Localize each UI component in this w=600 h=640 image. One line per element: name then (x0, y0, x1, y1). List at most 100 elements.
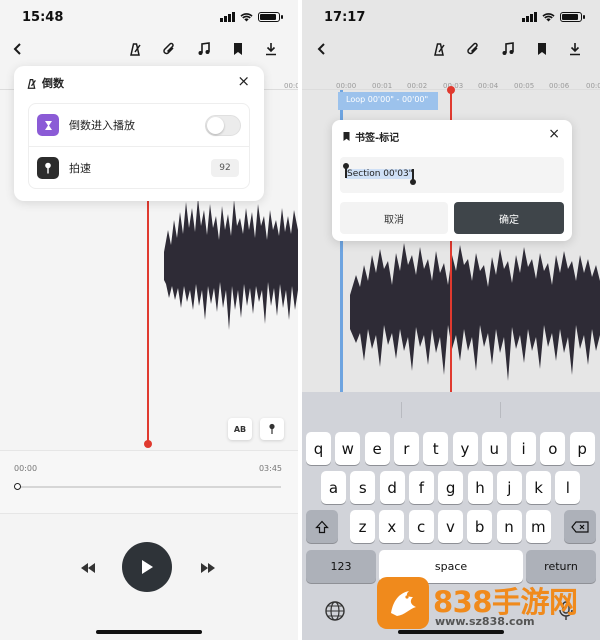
music-note-icon[interactable] (195, 40, 213, 58)
shift-key[interactable] (306, 510, 338, 543)
key-i[interactable]: i (511, 432, 537, 465)
music-note-icon[interactable] (499, 40, 517, 58)
countdown-settings-card: 倒数进入播放 拍速 92 (28, 103, 250, 189)
ruler-tick: 00:0 (284, 82, 298, 90)
ruler-tick: 00:04 (478, 82, 499, 90)
suggestion-bar (302, 392, 600, 428)
countdown-toggle[interactable] (205, 115, 241, 136)
back-icon[interactable] (9, 40, 27, 58)
key-w[interactable]: w (335, 432, 361, 465)
key-s[interactable]: s (350, 471, 376, 504)
playhead-handle[interactable] (144, 440, 152, 448)
back-icon[interactable] (313, 40, 331, 58)
paperclip-icon[interactable] (464, 40, 482, 58)
close-icon[interactable]: × (548, 126, 560, 142)
tempo-value[interactable]: 92 (211, 159, 239, 177)
hourglass-icon (37, 114, 59, 136)
confirm-button[interactable]: 确定 (454, 202, 564, 234)
play-button[interactable] (122, 542, 172, 592)
key-h[interactable]: h (467, 471, 493, 504)
status-bar: 15:48 (0, 0, 298, 34)
loop-region-label[interactable]: Loop 00'00" - 00'00" (338, 92, 438, 110)
ruler-tick: 00:01 (372, 82, 393, 90)
top-toolbar (302, 34, 600, 64)
bookmark-icon (343, 132, 350, 141)
progress-track[interactable] (17, 486, 281, 488)
left-screen: 15:48 00:0 倒数 × 倒数进入播放 拍速 92 AB 00:00 03… (0, 0, 298, 640)
download-icon[interactable] (566, 40, 584, 58)
paperclip-icon[interactable] (160, 40, 178, 58)
key-b[interactable]: b (467, 510, 493, 543)
bookmark-name-value: Section 00'03" (346, 169, 414, 179)
countdown-row: 倒数进入播放 (29, 104, 249, 146)
play-icon (142, 560, 153, 574)
key-v[interactable]: v (437, 510, 463, 543)
bookmark-icon[interactable] (533, 40, 551, 58)
numbers-key[interactable]: 123 (306, 550, 376, 583)
status-bar: 17:17 (302, 0, 600, 34)
key-g[interactable]: g (438, 471, 464, 504)
countdown-panel: 倒数 × 倒数进入播放 拍速 92 (14, 66, 264, 201)
ruler-tick: 00:06 (549, 82, 570, 90)
battery-icon (258, 12, 283, 22)
backspace-icon (571, 520, 589, 533)
bookmark-icon[interactable] (229, 40, 247, 58)
ab-loop-button[interactable]: AB (228, 418, 252, 440)
playhead-handle[interactable] (447, 86, 455, 94)
wifi-icon (240, 12, 253, 22)
key-n[interactable]: n (496, 510, 522, 543)
key-z[interactable]: z (350, 510, 375, 543)
home-indicator (96, 630, 202, 634)
progress-knob[interactable] (14, 483, 21, 490)
key-l[interactable]: l (555, 471, 581, 504)
key-q[interactable]: q (306, 432, 331, 465)
timeline-scrubber: 00:00 03:45 (0, 450, 298, 514)
ios-keyboard: qwertyuiop asdfghjkl zxcvbnm 123 space r… (302, 392, 600, 640)
close-icon[interactable]: × (237, 72, 250, 90)
tempo-label: 拍速 (69, 162, 91, 175)
ruler-tick: 00:0 (586, 82, 600, 90)
fast-forward-icon[interactable] (200, 559, 218, 573)
elapsed-time: 00:00 (14, 464, 38, 473)
bookmark-dialog: 书签-标记 × Section 00'03" 取消 确定 (332, 120, 572, 241)
rewind-icon[interactable] (80, 559, 98, 573)
key-d[interactable]: d (379, 471, 405, 504)
bookmark-dialog-title: 书签-标记 (342, 129, 399, 144)
bookmark-name-input[interactable]: Section 00'03" (340, 157, 564, 193)
cancel-button[interactable]: 取消 (340, 202, 448, 234)
cellular-signal-icon (522, 12, 537, 22)
selection-end-handle[interactable] (410, 179, 416, 185)
key-r[interactable]: r (393, 432, 419, 465)
battery-icon (560, 12, 585, 22)
key-f[interactable]: f (408, 471, 434, 504)
key-j[interactable]: j (496, 471, 522, 504)
key-u[interactable]: u (481, 432, 507, 465)
right-screen: 17:17 00:00 00:01 00:02 00:03 00:04 00:0… (302, 0, 600, 640)
site-watermark: 838手游网 www.sz838.com (377, 577, 599, 634)
key-k[interactable]: k (526, 471, 552, 504)
delete-key[interactable] (564, 510, 596, 543)
metronome-icon[interactable] (126, 40, 144, 58)
watermark-url: www.sz838.com (435, 615, 535, 628)
key-c[interactable]: c (408, 510, 434, 543)
selection-start-bar (345, 167, 347, 178)
countdown-title-text: 倒数 (42, 77, 64, 90)
key-p[interactable]: p (569, 432, 595, 465)
key-y[interactable]: y (452, 432, 478, 465)
key-m[interactable]: m (525, 510, 551, 543)
key-a[interactable]: a (321, 471, 346, 504)
key-e[interactable]: e (364, 432, 390, 465)
download-icon[interactable] (262, 40, 280, 58)
ruler-tick: 00:05 (514, 82, 535, 90)
globe-icon[interactable] (324, 600, 346, 622)
key-x[interactable]: x (379, 510, 405, 543)
status-time: 15:48 (22, 10, 64, 25)
key-o[interactable]: o (540, 432, 566, 465)
countdown-panel-title: 倒数 (26, 75, 64, 91)
tempo-row[interactable]: 拍速 92 (29, 147, 249, 189)
key-t[interactable]: t (423, 432, 449, 465)
metronome-pin-icon (37, 157, 59, 179)
metronome-icon[interactable] (430, 40, 448, 58)
marker-pin-button[interactable] (260, 418, 284, 440)
playhead[interactable] (147, 200, 149, 444)
